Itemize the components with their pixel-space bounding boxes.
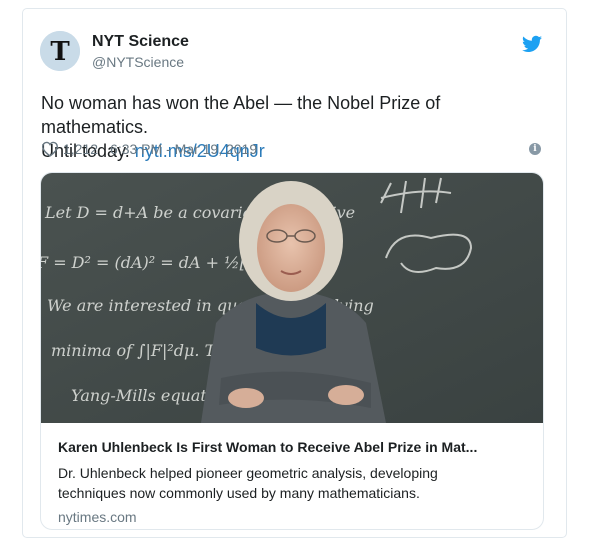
heart-icon[interactable] xyxy=(41,141,59,157)
card-domain[interactable]: nytimes.com xyxy=(58,509,137,525)
link-preview-card[interactable]: Let D = d+A be a covariant derivative F … xyxy=(40,172,544,530)
twitter-bird-icon[interactable] xyxy=(522,35,542,53)
card-title[interactable]: Karen Uhlenbeck Is First Woman to Receiv… xyxy=(58,439,528,455)
account-handle[interactable]: @NYTScience xyxy=(92,54,184,70)
card-description-line1: Dr. Uhlenbeck helped pioneer geometric a… xyxy=(58,465,438,481)
card-description: Dr. Uhlenbeck helped pioneer geometric a… xyxy=(58,463,528,503)
account-name[interactable]: NYT Science xyxy=(92,33,189,51)
like-count[interactable]: 1,212 xyxy=(63,141,98,157)
timestamp[interactable]: 6:33 PM - Mar 19, 2019 xyxy=(110,141,257,157)
info-icon[interactable]: i xyxy=(529,143,541,155)
card-description-line2: techniques now commonly used by many mat… xyxy=(58,485,420,501)
tweet-text-line1: No woman has won the Abel — the Nobel Pr… xyxy=(41,93,441,137)
article-photo[interactable]: Let D = d+A be a covariant derivative F … xyxy=(41,173,543,423)
tweet-card[interactable]: T NYT Science @NYTScience No woman has w… xyxy=(22,8,567,538)
tweet-meta: 1,212 6:33 PM - Mar 19, 2019 xyxy=(41,141,257,157)
svg-text:T: T xyxy=(50,37,70,67)
nyt-logo-icon: T xyxy=(40,31,80,71)
avatar[interactable]: T xyxy=(40,31,80,71)
